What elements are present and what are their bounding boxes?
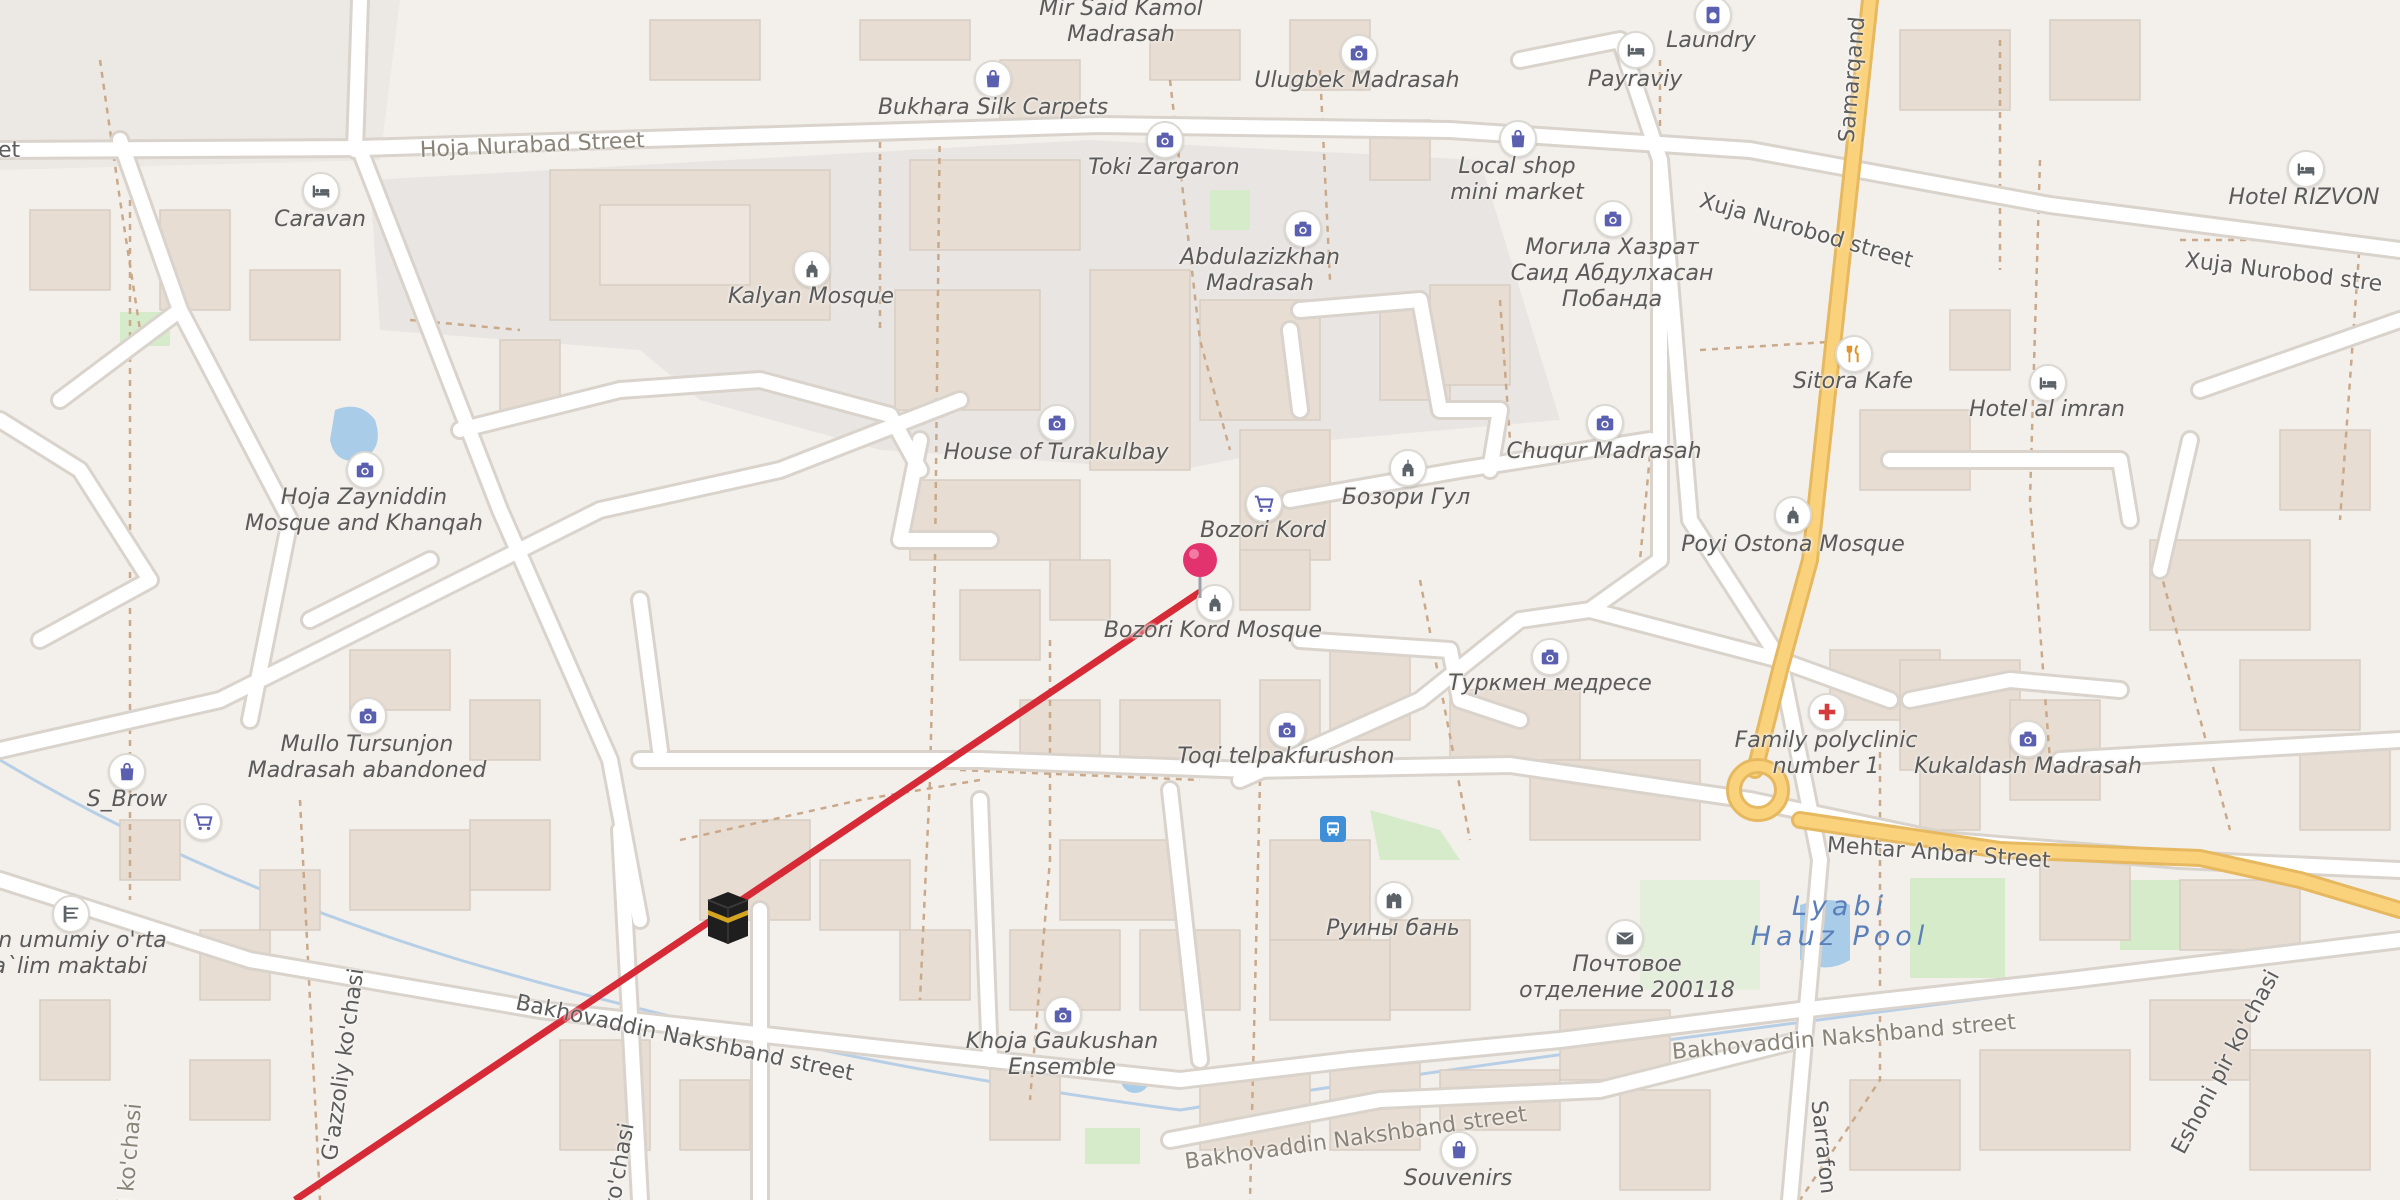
poi-label: Payraviy bbox=[1587, 67, 1683, 92]
shopping-bag-icon[interactable] bbox=[1499, 120, 1537, 158]
mosque-icon[interactable] bbox=[1774, 496, 1812, 534]
camera-icon[interactable] bbox=[1594, 200, 1632, 238]
cart-icon[interactable] bbox=[184, 803, 222, 841]
poi-label: Toqi telpakfurushon bbox=[1177, 744, 1395, 769]
poi-label: Caravan bbox=[274, 207, 366, 232]
ruins-icon[interactable] bbox=[1375, 881, 1413, 919]
poi-label: Bozori Kord bbox=[1200, 518, 1326, 543]
camera-icon[interactable] bbox=[1340, 34, 1378, 72]
poi-label: Hotel al imran bbox=[1969, 397, 2125, 422]
poi-label: S_Brow bbox=[86, 787, 168, 812]
mosque-icon[interactable] bbox=[1389, 449, 1427, 487]
shopping-bag-icon[interactable] bbox=[974, 60, 1012, 98]
bus-stop-icon[interactable] bbox=[1320, 816, 1346, 842]
poi-label: House of Turakulbay bbox=[943, 440, 1169, 465]
poi-label: Poyi Ostona Mosque bbox=[1681, 532, 1905, 557]
camera-icon[interactable] bbox=[1038, 404, 1076, 442]
camera-icon[interactable] bbox=[2009, 720, 2047, 758]
poi-label: Kukaldash Madrasah bbox=[1914, 754, 2142, 779]
camera-icon[interactable] bbox=[1586, 404, 1624, 442]
restaurant-icon[interactable] bbox=[1835, 335, 1873, 373]
poi-label: Local shop mini market bbox=[1450, 154, 1584, 205]
poi-label: Kalyan Mosque bbox=[727, 284, 895, 309]
poi-label: Mullo Tursunjon Madrasah abandoned bbox=[247, 732, 487, 783]
hotel-icon[interactable] bbox=[1617, 31, 1655, 69]
poi-label: Туркмен медресе bbox=[1448, 671, 1652, 696]
poi-label: Sitora Kafe bbox=[1792, 369, 1914, 394]
poi-label: Руины бань bbox=[1326, 916, 1460, 941]
poi-label: Hoja Zayniddin Mosque and Khanqah bbox=[245, 485, 483, 536]
medical-cross-icon[interactable] bbox=[1808, 693, 1846, 731]
poi-label: Family polyclinic number 1 bbox=[1734, 728, 1918, 779]
camera-icon[interactable] bbox=[1146, 121, 1184, 159]
poi-label: Chuqur Madrasah bbox=[1506, 439, 1702, 464]
camera-icon[interactable] bbox=[346, 451, 384, 489]
street-label: et bbox=[0, 138, 21, 163]
hotel-icon[interactable] bbox=[2287, 150, 2325, 188]
poi-label: Почтовое отделение 200118 bbox=[1519, 952, 1735, 1003]
poi-label: Могила Хазрат Саид Абдулхасан Побанда bbox=[1510, 235, 1714, 312]
poi-label: Abdulazizkhan Madrasah bbox=[1180, 245, 1340, 296]
poi-label: Khoja Gaukushan Ensemble bbox=[965, 1029, 1159, 1080]
map-view[interactable]: Mir Said Kamol Madrasah Laundry Ulugbek … bbox=[0, 0, 2400, 1200]
shopping-bag-icon[interactable] bbox=[108, 753, 146, 791]
poi-label: Laundry bbox=[1666, 28, 1756, 53]
poi-label: Hotel RIZVON bbox=[2228, 185, 2380, 210]
kaaba-icon[interactable] bbox=[700, 888, 756, 946]
camera-icon[interactable] bbox=[1284, 210, 1322, 248]
poi-label: Toki Zargaron bbox=[1088, 155, 1240, 180]
poi-label: Ulugbek Madrasah bbox=[1254, 68, 1460, 93]
location-pin-icon[interactable] bbox=[1180, 540, 1220, 600]
water-label: Lyabi Hauz Pool bbox=[1750, 891, 1930, 952]
mosque-icon[interactable] bbox=[793, 250, 831, 288]
camera-icon[interactable] bbox=[349, 697, 387, 735]
poi-label: Souvenirs bbox=[1403, 1166, 1513, 1191]
poi-label: Bukhara Silk Carpets bbox=[877, 95, 1109, 120]
poi-label: Бозори Гул bbox=[1341, 485, 1471, 510]
hotel-icon[interactable] bbox=[302, 172, 340, 210]
poi-label: son umumiy o'rta a`lim maktabi bbox=[0, 928, 167, 979]
poi-label: Bozori Kord Mosque bbox=[1103, 618, 1323, 643]
poi-label: Mir Said Kamol Madrasah bbox=[1039, 0, 1203, 47]
